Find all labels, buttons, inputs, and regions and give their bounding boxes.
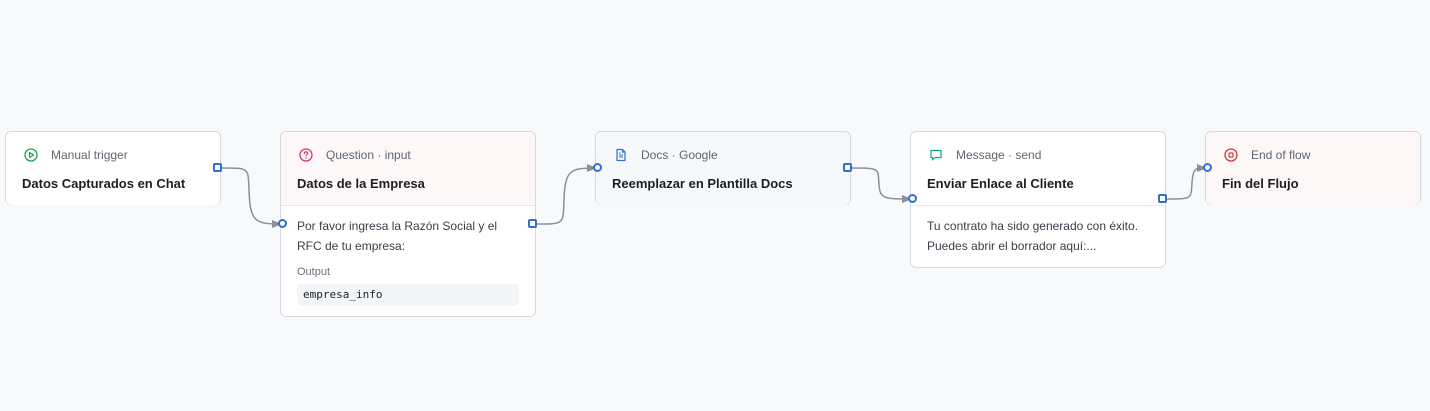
stop-circle-icon — [1222, 146, 1240, 164]
edge-question-docs[interactable] — [536, 164, 597, 225]
play-circle-icon — [22, 146, 40, 164]
input-port-message[interactable] — [908, 194, 917, 203]
input-port-question[interactable] — [278, 219, 287, 228]
input-port-end[interactable] — [1203, 163, 1212, 172]
question-circle-icon — [297, 146, 315, 164]
output-port-docs[interactable] — [843, 163, 852, 172]
node-kind-label: Message · send — [956, 148, 1042, 162]
node-header: Manual trigger Datos Capturados en Chat — [6, 132, 220, 205]
node-kind-label: Question · input — [326, 148, 411, 162]
flow-canvas[interactable]: Manual trigger Datos Capturados en Chat … — [0, 0, 1430, 411]
node-kind: Message · send — [927, 146, 1041, 164]
edge-message-end[interactable] — [1166, 164, 1207, 200]
output-port-question[interactable] — [528, 219, 537, 228]
node-title: Reemplazar en Plantilla Docs — [612, 176, 793, 191]
node-kind: End of flow — [1222, 146, 1310, 164]
node-header: Message · send Enviar Enlace al Cliente — [911, 132, 1165, 206]
node-kind: Manual trigger — [22, 146, 128, 164]
flow-edges — [221, 164, 1207, 228]
node-title: Datos Capturados en Chat — [22, 176, 186, 191]
edge-docs-message[interactable] — [851, 167, 912, 203]
output-port-message[interactable] — [1158, 194, 1167, 203]
node-header: End of flow Fin del Flujo — [1206, 132, 1420, 205]
output-label: Output — [297, 266, 331, 278]
node-title: Datos de la Empresa — [297, 176, 425, 191]
node-message-send[interactable]: Message · send Enviar Enlace al Cliente … — [910, 131, 1166, 268]
node-title: Fin del Flujo — [1222, 176, 1299, 191]
node-kind: Question · input — [297, 146, 411, 164]
node-kind-label: Manual trigger — [51, 148, 128, 162]
node-manual-trigger[interactable]: Manual trigger Datos Capturados en Chat — [5, 131, 221, 205]
node-kind-label: End of flow — [1251, 148, 1311, 162]
node-body: Tu contrato ha sido generado con éxito. … — [911, 206, 1165, 268]
edge-trigger-question[interactable] — [221, 167, 282, 228]
node-body: Por favor ingresa la Razón Social y el R… — [281, 206, 535, 318]
input-port-docs[interactable] — [593, 163, 602, 172]
node-title: Enviar Enlace al Cliente — [927, 176, 1074, 191]
node-kind-label: Docs · Google — [641, 148, 718, 162]
node-end-of-flow[interactable]: End of flow Fin del Flujo — [1205, 131, 1421, 205]
node-kind: Docs · Google — [612, 146, 718, 164]
message-text: Tu contrato ha sido generado con éxito. … — [927, 219, 1139, 253]
document-icon — [612, 146, 630, 164]
output-port-trigger[interactable] — [213, 163, 222, 172]
node-header: Question · input Datos de la Empresa — [281, 132, 535, 206]
chat-bubble-icon — [927, 146, 945, 164]
node-question-input[interactable]: Question · input Datos de la Empresa Por… — [280, 131, 536, 317]
question-prompt-text: Por favor ingresa la Razón Social y el R… — [297, 219, 498, 253]
node-header: Docs · Google Reemplazar en Plantilla Do… — [596, 132, 850, 205]
node-docs-google[interactable]: Docs · Google Reemplazar en Plantilla Do… — [595, 131, 851, 205]
output-variable: empresa_info — [297, 284, 519, 306]
